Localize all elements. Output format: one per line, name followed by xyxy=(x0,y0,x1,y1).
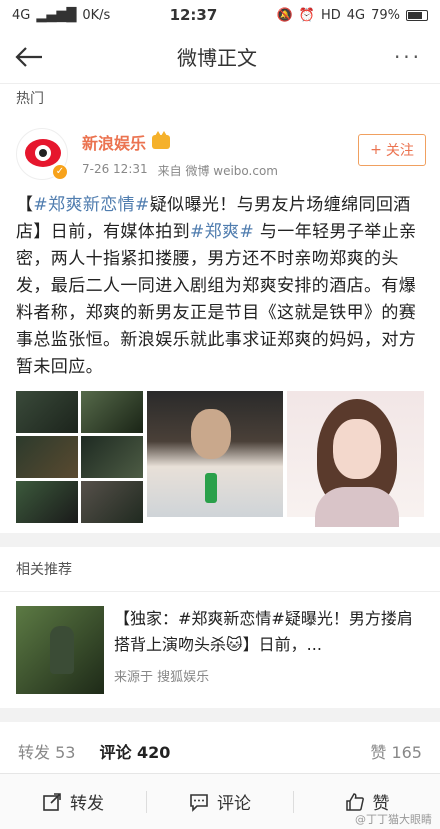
collage-cell xyxy=(80,391,143,433)
repost-button[interactable]: 转发 xyxy=(0,789,146,814)
photo-man[interactable] xyxy=(146,391,284,517)
comment-button[interactable]: 评论 xyxy=(147,789,293,814)
back-button[interactable] xyxy=(12,40,46,74)
photo-bottle xyxy=(204,473,217,503)
speed-indicator: 0K/s xyxy=(82,7,111,23)
hashtag-link[interactable]: #郑爽# xyxy=(190,222,254,242)
comment-icon xyxy=(190,793,208,812)
alarm-icon: ⏰ xyxy=(298,7,315,23)
related-section-label: 相关推荐 xyxy=(0,547,440,592)
back-arrow-icon xyxy=(15,46,42,67)
repost-icon xyxy=(43,792,61,811)
interaction-tabs: 转发 53 评论 420 赞 165 xyxy=(0,722,440,783)
thumbs-up-icon xyxy=(345,792,364,811)
follow-label: 关注 xyxy=(385,143,414,159)
post-header: ✓ 新浪娱乐 7-26 12:31 来自 微博 weibo.com + 关注 xyxy=(0,112,440,186)
related-title: 【独家：#郑爽新恋情#疑曝光！男方搂肩搭背上演吻头杀🐱】日前，... xyxy=(114,609,413,654)
hashtag-link[interactable]: #郑爽新恋情# xyxy=(33,195,149,215)
more-button[interactable]: ··· xyxy=(388,45,428,69)
plus-icon: + xyxy=(370,142,382,158)
related-source: 来源于 搜狐娱乐 xyxy=(114,670,210,685)
photo-woman[interactable] xyxy=(287,391,425,527)
comment-label: 评论 xyxy=(217,794,251,814)
collage-cell xyxy=(16,481,78,523)
divider xyxy=(0,533,440,547)
battery-icon xyxy=(406,9,428,21)
tab-comment[interactable]: 评论 420 xyxy=(99,739,170,783)
verified-badge-icon: ✓ xyxy=(52,164,68,180)
repost-label: 转发 xyxy=(70,794,104,814)
thumbnail-person xyxy=(50,626,74,674)
network2-indicator: 4G xyxy=(346,7,366,23)
status-bar: 4G ▂▄▆█ 0K/s 12:37 🔕 ⏰ HD 4G 79% xyxy=(0,0,440,30)
bottom-action-bar: 转发 评论 赞 @丁丁猫大眼睛 xyxy=(0,773,440,829)
collage-cell xyxy=(16,436,78,478)
tab-like[interactable]: 赞 165 xyxy=(370,739,422,763)
photo-face xyxy=(333,419,382,479)
author-name-text: 新浪娱乐 xyxy=(82,133,147,153)
battery-percent: 79% xyxy=(371,7,400,23)
image-collage[interactable] xyxy=(16,391,143,523)
post-time: 7-26 12:31 xyxy=(82,161,148,176)
post-text: 【#郑爽新恋情#疑似曝光！与男友片场缠绵同回酒店】日前，有媒体拍到#郑爽# 与一… xyxy=(0,186,440,381)
post-text-part: 与一年轻男子举止亲密，两人十指紧扣搂腰，男方还不时亲吻郑爽的头发，最后二人一同进… xyxy=(16,222,417,377)
watermark: @丁丁猫大眼睛 xyxy=(355,813,432,826)
signal-icon: ▂▄▆█ xyxy=(36,7,77,23)
related-item[interactable]: 【独家：#郑爽新恋情#疑曝光！男方搂肩搭背上演吻头杀🐱】日前，... 来源于 搜… xyxy=(0,592,440,708)
follow-button[interactable]: + 关注 xyxy=(358,134,426,166)
tab-repost[interactable]: 转发 53 xyxy=(18,739,75,763)
sina-logo-pupil xyxy=(39,149,47,157)
photo-head xyxy=(190,409,231,459)
post-images xyxy=(0,381,440,527)
photo-dress xyxy=(315,487,400,527)
nav-bar: 微博正文 ··· xyxy=(0,30,440,84)
collage-cell xyxy=(80,436,143,478)
mute-icon: 🔕 xyxy=(276,7,293,23)
crown-icon xyxy=(152,130,171,149)
hot-section-label: 热门 xyxy=(16,91,44,107)
author-name[interactable]: 新浪娱乐 xyxy=(82,130,278,154)
collage-cell xyxy=(80,481,143,523)
post-text-part: 【 xyxy=(16,195,34,215)
network-indicator: 4G xyxy=(12,7,31,23)
post-meta: 7-26 12:31 来自 微博 weibo.com xyxy=(82,162,278,179)
post-source: 来自 微博 weibo.com xyxy=(157,163,278,178)
divider xyxy=(0,708,440,722)
hd-indicator: HD xyxy=(320,7,341,23)
related-thumbnail xyxy=(16,606,104,694)
collage-cell xyxy=(16,391,78,433)
page-title: 微博正文 xyxy=(177,46,257,70)
clock: 12:37 xyxy=(169,6,218,24)
